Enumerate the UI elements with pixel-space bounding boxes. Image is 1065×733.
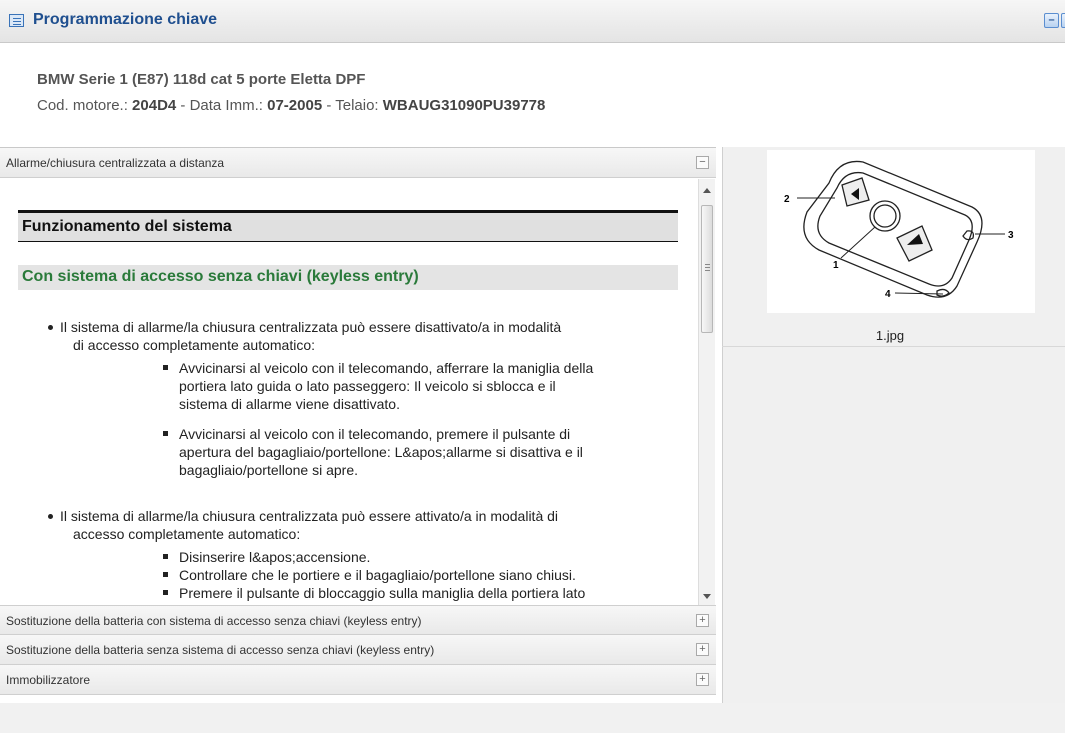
list-item: Controllare che le portiere e il bagagli…	[179, 567, 576, 583]
callout-label: 3	[1008, 230, 1014, 241]
callout-label: 1	[833, 260, 839, 271]
accordion-label: Allarme/chiusura centralizzata a distanz…	[6, 156, 225, 170]
bullet-icon	[48, 325, 53, 330]
list-item: Premere il pulsante di bloccaggio sulla …	[179, 585, 586, 601]
callout-label: 4	[885, 289, 891, 300]
accordion-header-batteria-keyless[interactable]: Sostituzione della batteria con sistema …	[0, 605, 716, 635]
collapse-icon[interactable]: −	[696, 156, 709, 169]
list-item: Avvicinarsi al veicolo con il telecomand…	[179, 360, 594, 412]
registration-date-value: 07-2005	[267, 97, 323, 114]
engine-code-value: 204D4	[132, 97, 177, 114]
procedure-content: Funzionamento del sistema Con sistema di…	[0, 179, 698, 605]
bullet-square-icon	[163, 431, 168, 436]
content-scrollbar[interactable]	[698, 179, 715, 605]
registration-date-label: - Data Imm.:	[176, 97, 263, 114]
engine-code-label: Cod. motore.:	[37, 97, 128, 114]
footer-bar	[0, 703, 1065, 733]
window-title: Programmazione chiave	[33, 11, 218, 28]
accordion-label: Immobilizzatore	[6, 673, 91, 687]
procedures-panel: Allarme/chiusura centralizzata a distanz…	[0, 147, 716, 704]
bullet-icon	[48, 514, 53, 519]
list-item: Il sistema di allarme/la chiusura centra…	[60, 319, 562, 353]
panel-list-icon	[9, 14, 24, 27]
chassis-label: - Telaio:	[322, 97, 379, 114]
subsection-title: Con sistema di accesso senza chiavi (key…	[18, 265, 678, 290]
callout-label: 2	[784, 194, 790, 205]
scroll-down-icon[interactable]	[703, 594, 711, 599]
accordion-label: Sostituzione della batteria con sistema …	[6, 614, 422, 628]
image-caption[interactable]: 1.jpg	[722, 328, 1058, 343]
key-fob-diagram-icon: 2 3 1 4	[784, 160, 1014, 300]
chassis-value: WBAUG31090PU39778	[382, 97, 546, 114]
minimize-button[interactable]: –	[1044, 13, 1059, 28]
accordion-label: Sostituzione della batteria senza sistem…	[6, 643, 435, 657]
vehicle-details: Cod. motore.: 204D4 - Data Imm.: 07-2005…	[37, 97, 545, 114]
expand-icon[interactable]: +	[696, 673, 709, 686]
close-button[interactable]: x	[1061, 13, 1065, 28]
scroll-up-icon[interactable]	[703, 188, 711, 193]
bullet-square-icon	[163, 590, 168, 595]
list-item: Disinserire l&apos;accensione.	[179, 549, 371, 565]
window-titlebar: Programmazione chiave – x	[0, 0, 1065, 43]
key-fob-diagram-thumbnail[interactable]: 2 3 1 4	[767, 150, 1035, 313]
section-title: Funzionamento del sistema	[18, 210, 678, 242]
list-item: Il sistema di allarme/la chiusura centra…	[60, 508, 559, 542]
expand-icon[interactable]: +	[696, 614, 709, 627]
bullet-square-icon	[163, 365, 168, 370]
accordion-header-batteria-standard[interactable]: Sostituzione della batteria senza sistem…	[0, 635, 716, 665]
divider	[722, 346, 1065, 347]
vehicle-name: BMW Serie 1 (E87) 118d cat 5 porte Elett…	[37, 71, 366, 88]
bullet-square-icon	[163, 554, 168, 559]
bullet-square-icon	[163, 572, 168, 577]
expand-icon[interactable]: +	[696, 643, 709, 656]
accordion-header-immobilizzatore[interactable]: Immobilizzatore +	[0, 665, 716, 695]
scroll-thumb[interactable]	[701, 205, 713, 333]
list-item: Avvicinarsi al veicolo con il telecomand…	[179, 426, 583, 478]
accordion-header-allarme[interactable]: Allarme/chiusura centralizzata a distanz…	[0, 148, 716, 178]
